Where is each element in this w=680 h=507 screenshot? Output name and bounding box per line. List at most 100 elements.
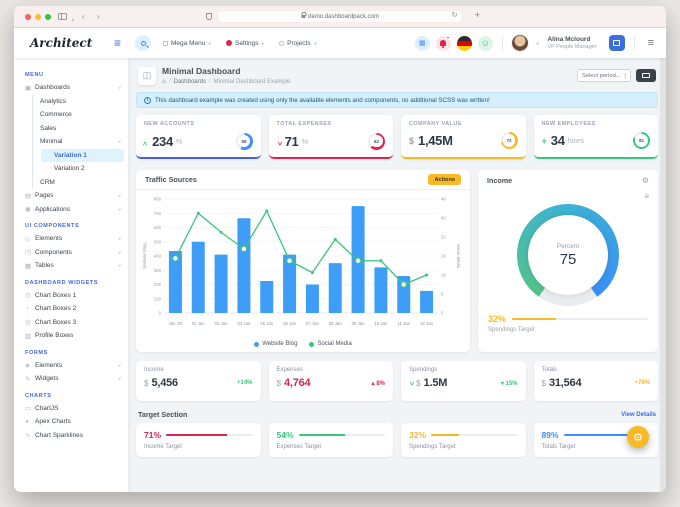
address-bar[interactable]: demo.dashboardpack.com ↻: [217, 10, 463, 23]
svg-text:48: 48: [441, 197, 446, 202]
kpi-card-total-expenses: TOTAL EXPENSES >71% 62: [268, 115, 393, 159]
sidebar-item-chart-boxes-2[interactable]: ◔ Chart Boxes 2: [14, 302, 128, 316]
sidebar-item-label: Profile Boxes: [35, 332, 74, 340]
kpi-gauge: 62: [368, 132, 385, 150]
chart-menu-icon[interactable]: ≡: [478, 190, 658, 201]
svg-text:24: 24: [441, 254, 446, 259]
user-role: VP People Manager: [547, 43, 597, 50]
target-label: Expenses Target: [276, 444, 322, 450]
components-icon: ◳: [25, 249, 32, 257]
display-mode-button[interactable]: [636, 69, 656, 82]
minimize-window-icon[interactable]: [35, 14, 41, 20]
floating-settings-button[interactable]: ⚙: [627, 426, 649, 448]
maximize-window-icon[interactable]: [45, 14, 51, 20]
kpi-prefix: +: [541, 135, 547, 146]
view-details-link[interactable]: View Details: [621, 412, 656, 418]
kpi-value: 71: [284, 133, 299, 149]
trend-up-icon: >: [142, 141, 150, 146]
nav-projects[interactable]: Projects >: [279, 40, 317, 47]
actions-button[interactable]: Actions: [428, 174, 461, 185]
grid-icon: ▦: [418, 40, 426, 47]
sidebar-item-label: Elements: [35, 361, 63, 369]
app-header: Architect ≡ Mega Menu > Settings > Proje…: [14, 28, 666, 58]
smiley-icon: ☺: [480, 37, 490, 48]
sidebar-chevron-icon[interactable]: >: [66, 19, 78, 22]
legend-item-social-media[interactable]: Social Media: [309, 341, 352, 347]
sidebar-item-tables[interactable]: ▦ Tables >: [14, 259, 128, 273]
calendar-button[interactable]: [608, 35, 625, 51]
close-window-icon[interactable]: [25, 14, 31, 20]
language-flag-button[interactable]: [456, 35, 472, 51]
sidebar-item-label: Components: [35, 248, 72, 256]
sidebar-item-crm[interactable]: CRM: [33, 176, 128, 190]
search-button[interactable]: [135, 35, 152, 51]
search-icon: [140, 40, 146, 46]
kpi-gauge: 72: [500, 132, 518, 149]
sidebar-item-pages[interactable]: ▤ Pages >: [14, 189, 128, 203]
sidebar-item-applications[interactable]: ◉ Applications >: [14, 203, 128, 217]
scrollbar[interactable]: [660, 58, 666, 492]
sidebar-toggle-icon[interactable]: ≡: [114, 37, 121, 49]
privacy-shield-icon[interactable]: [206, 13, 212, 20]
alert-text: This dashboard example was created using…: [155, 96, 490, 104]
sidebar-item-label: Variation 2: [54, 165, 85, 173]
sidebar-item-widgets[interactable]: ✎ Widgets >: [14, 372, 128, 386]
home-icon[interactable]: ⌂: [162, 78, 166, 85]
forward-icon[interactable]: ›: [97, 11, 100, 23]
kpi-unit: hires: [567, 136, 584, 145]
sidebar-item-elements[interactable]: ◇ Elements >: [14, 232, 128, 246]
target-pct: 71%: [144, 430, 162, 440]
nav-settings[interactable]: Settings >: [225, 40, 265, 47]
svg-text:800: 800: [154, 197, 162, 202]
sidebar-item-chart-sparklines[interactable]: ∿ Chart Sparklines: [14, 429, 128, 443]
sidebar-item-chart-boxes-3[interactable]: ◎ Chart Boxes 3: [14, 316, 128, 330]
sidebar-item-variation-1[interactable]: Variation 1: [41, 148, 124, 162]
sidebar-item-dashboards[interactable]: ▣ Dashboards >: [14, 81, 128, 95]
apps-grid-button[interactable]: ▦: [414, 35, 430, 51]
sidebar-item-analytics[interactable]: Analytics: [33, 95, 128, 109]
chevron-icon: >: [117, 194, 123, 198]
nav-mega-menu[interactable]: Mega Menu >: [163, 40, 213, 47]
new-tab-icon[interactable]: +: [475, 10, 480, 20]
notifications-button[interactable]: [435, 35, 451, 51]
gear-icon[interactable]: ⚙: [642, 176, 649, 185]
back-icon[interactable]: ‹: [82, 11, 85, 23]
chevron-icon: >: [117, 264, 123, 268]
app-logo[interactable]: Architect: [30, 36, 114, 50]
cube-icon: [163, 40, 169, 46]
sidebar-item-apex-charts[interactable]: ◕ Apex Charts: [14, 415, 128, 429]
select-period-dropdown[interactable]: Select period... ▴ ▾: [577, 69, 631, 82]
kpi-card-company-value: COMPANY VALUE $1,45M 72: [401, 115, 526, 159]
stat-card-spendings: Spendings > $1.5M ▾ 15%: [401, 361, 526, 401]
reload-icon[interactable]: ↻: [452, 11, 458, 19]
target-pct: 89%: [541, 430, 559, 440]
currency-symbol: $: [276, 378, 281, 388]
sidebar-item-components[interactable]: ◳ Components >: [14, 246, 128, 260]
elements-icon: ◇: [25, 235, 30, 243]
sidebar-item-sales[interactable]: Sales: [33, 122, 128, 136]
sidebar-item-elements[interactable]: ◈ Elements >: [14, 359, 128, 373]
mood-button[interactable]: ☺: [477, 35, 493, 51]
legend-item-website-blog[interactable]: Website Blog: [254, 341, 297, 347]
sidebar-item-minimal[interactable]: Minimal >: [33, 135, 128, 149]
sidebar-item-label: Tables: [35, 262, 54, 270]
svg-text:08 Jan: 08 Jan: [329, 321, 343, 326]
currency-symbol: $: [541, 378, 546, 388]
chevron-down-icon[interactable]: >: [535, 42, 540, 45]
sidebar-section-header: FORMS: [25, 349, 48, 356]
breadcrumb-dashboards[interactable]: Dashboards: [174, 79, 206, 85]
sidebar-item-variation-2[interactable]: Variation 2: [41, 162, 128, 176]
chevron-down-icon: >: [207, 41, 213, 45]
traffic-lights[interactable]: [25, 14, 51, 20]
header-menu-icon[interactable]: ≡: [648, 37, 654, 49]
stat-label: Totals: [541, 367, 558, 373]
svg-text:40: 40: [441, 216, 446, 221]
sidebar-item-commerce[interactable]: Commerce: [33, 108, 128, 122]
user-avatar[interactable]: [511, 35, 528, 51]
stat-delta: ▴ 8%: [371, 380, 385, 387]
sidebar-item-chart-boxes-1[interactable]: ◷ Chart Boxes 1: [14, 289, 128, 303]
target-card-spendings-target: 32% Spendings Target: [401, 423, 526, 457]
sidebar-item-profile-boxes[interactable]: ▥ Profile Boxes: [14, 329, 128, 343]
lock-icon: [301, 12, 307, 19]
sidebar-item-chartjs[interactable]: ▭ ChartJS: [14, 402, 128, 416]
